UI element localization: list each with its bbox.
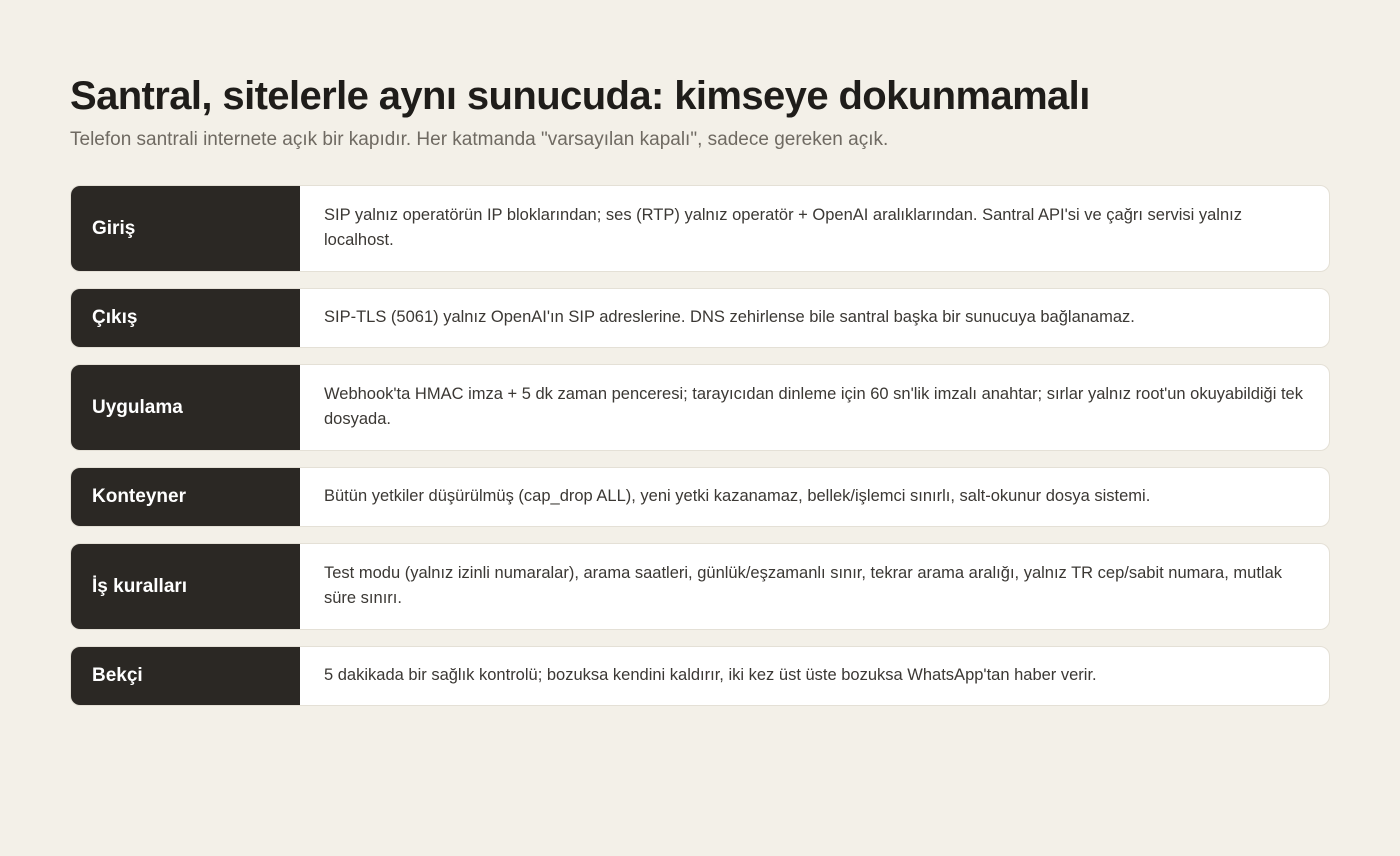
- layer-description: SIP yalnız operatörün IP bloklarından; s…: [324, 206, 1242, 249]
- page-title: Santral, sitelerle aynı sunucuda: kimsey…: [70, 74, 1090, 118]
- layer-description: SIP-TLS (5061) yalnız OpenAI'ın SIP adre…: [324, 308, 1135, 326]
- layer-row-giris: Giriş SIP yalnız operatörün IP blokların…: [70, 185, 1330, 272]
- layer-label: İş kuralları: [71, 544, 300, 629]
- layer-description: Webhook'ta HMAC imza + 5 dk zaman pencer…: [324, 385, 1303, 428]
- page-subtitle: Telefon santrali internete açık bir kapı…: [70, 129, 889, 150]
- security-layers-list: Giriş SIP yalnız operatörün IP blokların…: [70, 185, 1330, 706]
- page: Santral, sitelerle aynı sunucuda: kimsey…: [0, 0, 1400, 856]
- layer-label: Konteyner: [71, 468, 300, 526]
- layer-label: Bekçi: [71, 647, 300, 705]
- layer-description: Bütün yetkiler düşürülmüş (cap_drop ALL)…: [324, 487, 1151, 505]
- layer-row-bekci: Bekçi 5 dakikada bir sağlık kontrolü; bo…: [70, 646, 1330, 706]
- layer-row-konteyner: Konteyner Bütün yetkiler düşürülmüş (cap…: [70, 467, 1330, 527]
- layer-row-is-kurallari: İş kuralları Test modu (yalnız izinli nu…: [70, 543, 1330, 630]
- layer-label: Çıkış: [71, 289, 300, 347]
- layer-label: Giriş: [71, 186, 300, 271]
- layer-label: Uygulama: [71, 365, 300, 450]
- layer-description: 5 dakikada bir sağlık kontrolü; bozuksa …: [324, 666, 1097, 684]
- layer-row-cikis: Çıkış SIP-TLS (5061) yalnız OpenAI'ın SI…: [70, 288, 1330, 348]
- layer-description: Test modu (yalnız izinli numaralar), ara…: [324, 564, 1282, 607]
- layer-row-uygulama: Uygulama Webhook'ta HMAC imza + 5 dk zam…: [70, 364, 1330, 451]
